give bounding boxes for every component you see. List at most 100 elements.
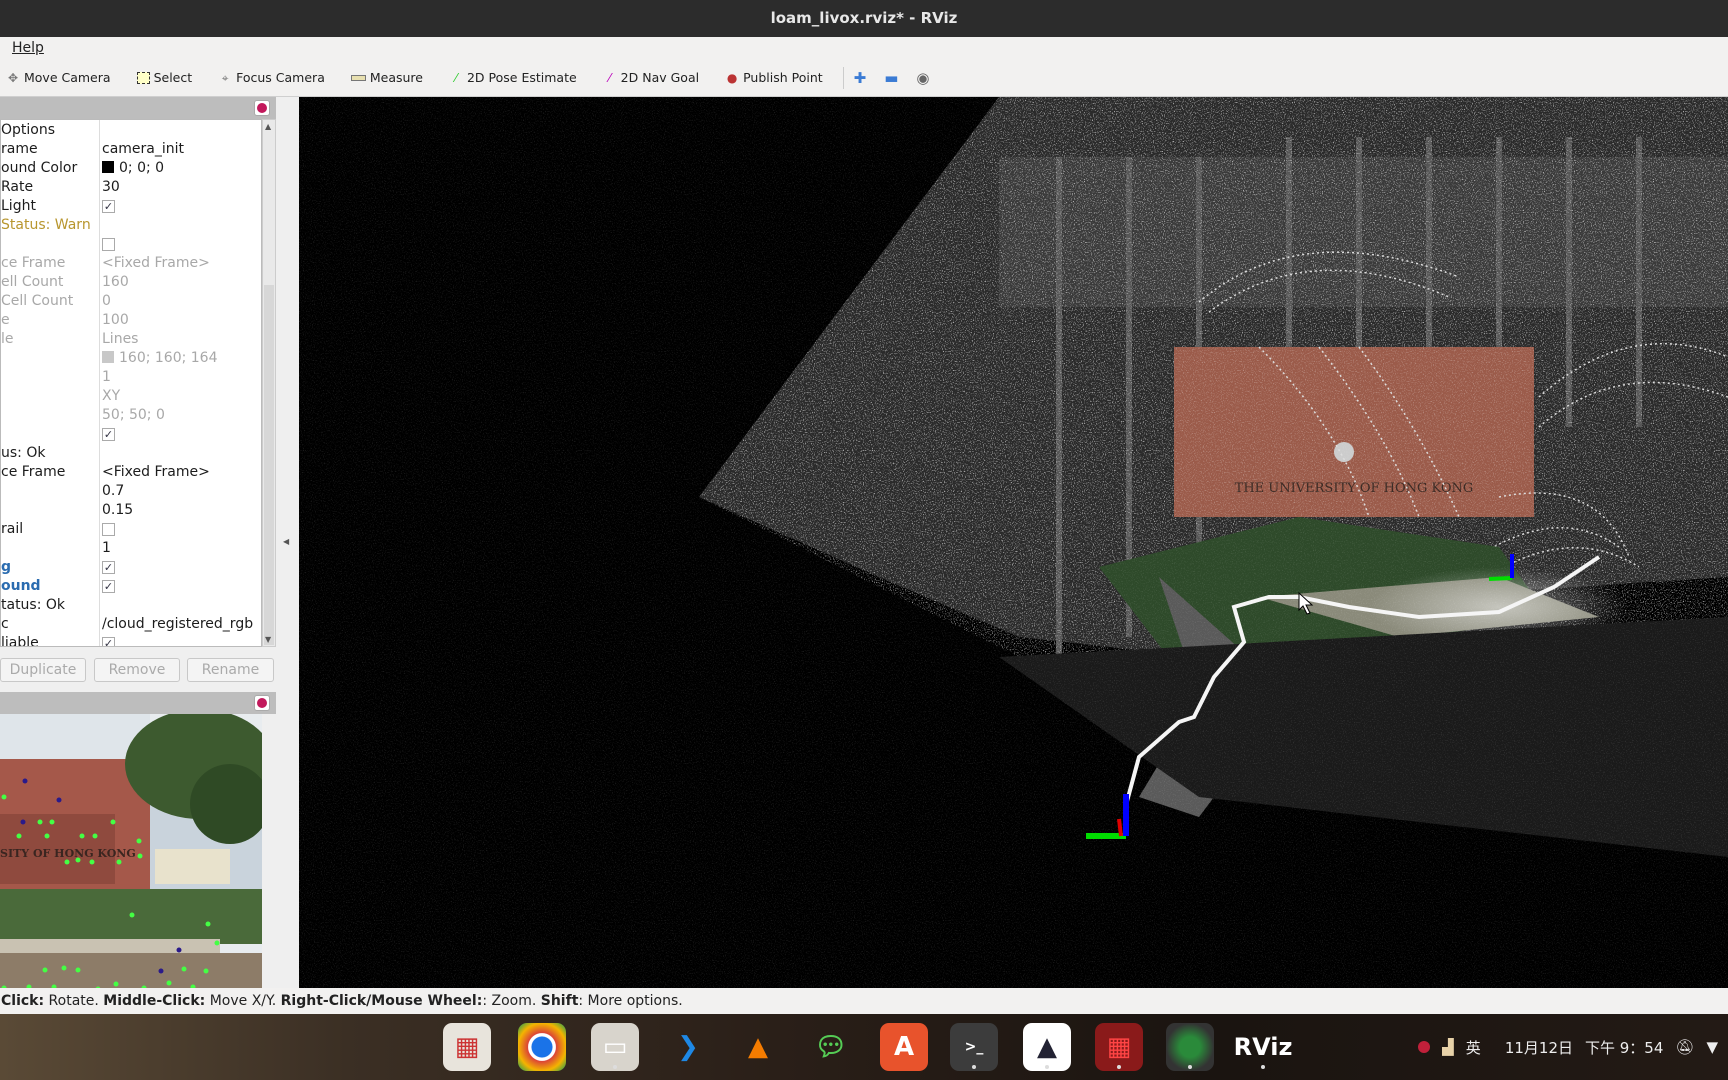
property-row[interactable]: XY bbox=[1, 387, 261, 406]
property-row[interactable]: 50; 50; 0 bbox=[1, 406, 261, 425]
vlc-icon[interactable]: ▲ bbox=[734, 1023, 782, 1071]
property-label: c bbox=[1, 616, 9, 632]
menu-help[interactable]: Help bbox=[12, 40, 44, 56]
property-row[interactable]: rame camera_init bbox=[1, 140, 261, 159]
property-value: <Fixed Frame> bbox=[102, 254, 210, 273]
property-row[interactable]: 160; 160; 164 bbox=[1, 349, 261, 368]
property-row[interactable]: c/cloud_registered_rgb bbox=[1, 615, 261, 634]
property-checkbox: ✓ bbox=[102, 425, 115, 444]
tool-publish-point[interactable]: ● Publish Point bbox=[725, 70, 823, 85]
wechat-icon[interactable]: 💬︎ bbox=[807, 1023, 855, 1071]
property-label: Rate bbox=[1, 179, 34, 195]
close-icon[interactable] bbox=[254, 100, 270, 116]
property-label: us: Ok bbox=[1, 445, 46, 461]
property-tree[interactable]: Options rame camera_init ound Color 0; 0; 0 R… bbox=[0, 119, 262, 647]
property-value-text: 50; 50; 0 bbox=[102, 407, 165, 423]
property-value: camera_init bbox=[102, 140, 184, 159]
app-grid-icon[interactable]: ▦ bbox=[443, 1023, 491, 1071]
app-label: >_ bbox=[964, 1039, 984, 1055]
image-panel-header bbox=[0, 692, 276, 714]
time[interactable]: 下午 9：54 bbox=[1585, 1037, 1663, 1058]
scrollbar[interactable]: ▲ ▼ bbox=[262, 119, 276, 647]
app-store-icon[interactable]: A bbox=[880, 1023, 928, 1071]
tool-2d-pose-estimate[interactable]: ⁄ 2D Pose Estimate bbox=[449, 70, 577, 85]
vscode-icon[interactable]: ❯ bbox=[664, 1023, 712, 1071]
checkbox-checked[interactable]: ✓ bbox=[102, 560, 115, 574]
property-row[interactable]: ✓ bbox=[1, 425, 261, 444]
property-row[interactable]: Rate 30 bbox=[1, 178, 261, 197]
property-row[interactable]: 0.15 bbox=[1, 501, 261, 520]
camera-icon[interactable] bbox=[1166, 1023, 1214, 1071]
status-key: Middle-Click: bbox=[103, 993, 206, 1009]
record-icon[interactable] bbox=[1418, 1041, 1431, 1053]
close-icon[interactable] bbox=[254, 695, 270, 711]
property-row[interactable]: 1 bbox=[1, 368, 261, 387]
checkbox-checked[interactable]: ✓ bbox=[102, 579, 115, 593]
property-value-text: /cloud_registered_rgb bbox=[102, 616, 254, 632]
cat-app-icon[interactable]: ▲ bbox=[1023, 1023, 1071, 1071]
property-row[interactable]: tatus: Ok bbox=[1, 596, 261, 615]
property-row[interactable]: le Lines bbox=[1, 330, 261, 349]
property-value: <Fixed Frame> bbox=[102, 463, 210, 482]
cat-icon[interactable]: ▟ bbox=[1442, 1038, 1454, 1056]
property-row[interactable]: Light ✓ bbox=[1, 197, 261, 216]
property-value-text: camera_init bbox=[102, 141, 185, 157]
date[interactable]: 11月12日 bbox=[1505, 1037, 1573, 1058]
checkbox-checked[interactable]: ✓ bbox=[102, 636, 115, 646]
terminal-icon[interactable]: >_ bbox=[950, 1023, 998, 1071]
remove-button[interactable]: Remove bbox=[94, 658, 180, 682]
property-row[interactable]: e 100 bbox=[1, 311, 261, 330]
notifications-off-icon[interactable]: 🔕︎ bbox=[1675, 1038, 1694, 1056]
property-row[interactable]: ound Color 0; 0; 0 bbox=[1, 159, 261, 178]
property-row[interactable]: us: Ok bbox=[1, 444, 261, 463]
duplicate-button[interactable]: Duplicate bbox=[0, 658, 86, 682]
property-row[interactable]: ce Frame <Fixed Frame> bbox=[1, 463, 261, 482]
move-camera-icon: ✥ bbox=[7, 70, 19, 85]
rviz-icon[interactable]: RViz bbox=[1234, 1023, 1292, 1071]
property-row[interactable]: ce Frame <Fixed Frame> bbox=[1, 254, 261, 273]
property-value: XY bbox=[102, 387, 120, 406]
tool-move-camera[interactable]: ✥ Move Camera bbox=[6, 70, 111, 85]
rename-button[interactable]: Rename bbox=[187, 658, 274, 682]
tool-select[interactable]: Select bbox=[136, 70, 193, 85]
panel-splitter[interactable]: ◀ bbox=[276, 97, 299, 988]
property-row[interactable]: g ✓ bbox=[1, 558, 261, 577]
color-swatch[interactable] bbox=[102, 161, 114, 173]
checkbox-unchecked[interactable] bbox=[102, 237, 115, 251]
property-row[interactable]: Cell Count 0 bbox=[1, 292, 261, 311]
property-row[interactable]: ound ✓ bbox=[1, 577, 261, 596]
tool-label: Select bbox=[153, 70, 193, 85]
toolbar: ✥ Move Camera Select ⌖ Focus Camera Measur… bbox=[0, 59, 1728, 97]
files-icon[interactable]: ▭ bbox=[591, 1023, 639, 1071]
property-label: ound Color bbox=[1, 160, 78, 176]
wifi-icon[interactable]: ▼ bbox=[1706, 1038, 1718, 1056]
property-row[interactable]: 0.7 bbox=[1, 482, 261, 501]
checkbox-checked[interactable]: ✓ bbox=[102, 427, 115, 441]
property-row[interactable] bbox=[1, 235, 261, 254]
camera-view-icon[interactable]: ◉ bbox=[916, 69, 929, 87]
remove-tool-icon[interactable]: ▬ bbox=[884, 69, 898, 87]
property-label: le bbox=[1, 331, 14, 347]
tool-2d-nav-goal[interactable]: ⁄ 2D Nav Goal bbox=[603, 70, 699, 85]
3d-viewport[interactable]: THE UNIVERSITY OF HONG KONG bbox=[299, 97, 1728, 988]
tool-focus-camera[interactable]: ⌖ Focus Camera bbox=[218, 70, 325, 85]
property-row[interactable]: liable ✓ bbox=[1, 634, 261, 646]
property-row[interactable]: 1 bbox=[1, 539, 261, 558]
property-row[interactable]: ell Count 160 bbox=[1, 273, 261, 292]
running-indicator bbox=[1261, 1065, 1265, 1069]
checkbox-checked[interactable]: ✓ bbox=[102, 199, 115, 213]
input-method[interactable]: 英 bbox=[1466, 1037, 1481, 1058]
tool-measure[interactable]: Measure bbox=[350, 70, 423, 85]
add-tool-icon[interactable]: ✚ bbox=[854, 69, 867, 87]
property-row[interactable]: Status: Warn bbox=[1, 216, 261, 235]
status-key: Click: bbox=[1, 993, 45, 1009]
checkbox-unchecked[interactable] bbox=[102, 522, 115, 536]
ruler-icon bbox=[350, 74, 366, 81]
property-row[interactable]: Options bbox=[1, 121, 261, 140]
property-row[interactable]: rail bbox=[1, 520, 261, 539]
color-swatch[interactable] bbox=[102, 351, 114, 363]
rqt-icon[interactable]: ▦ bbox=[1095, 1023, 1143, 1071]
window-title: loam_livox.rviz* - RViz bbox=[0, 0, 1728, 37]
chrome-icon[interactable] bbox=[518, 1023, 566, 1071]
property-label: ell Count bbox=[1, 274, 64, 290]
